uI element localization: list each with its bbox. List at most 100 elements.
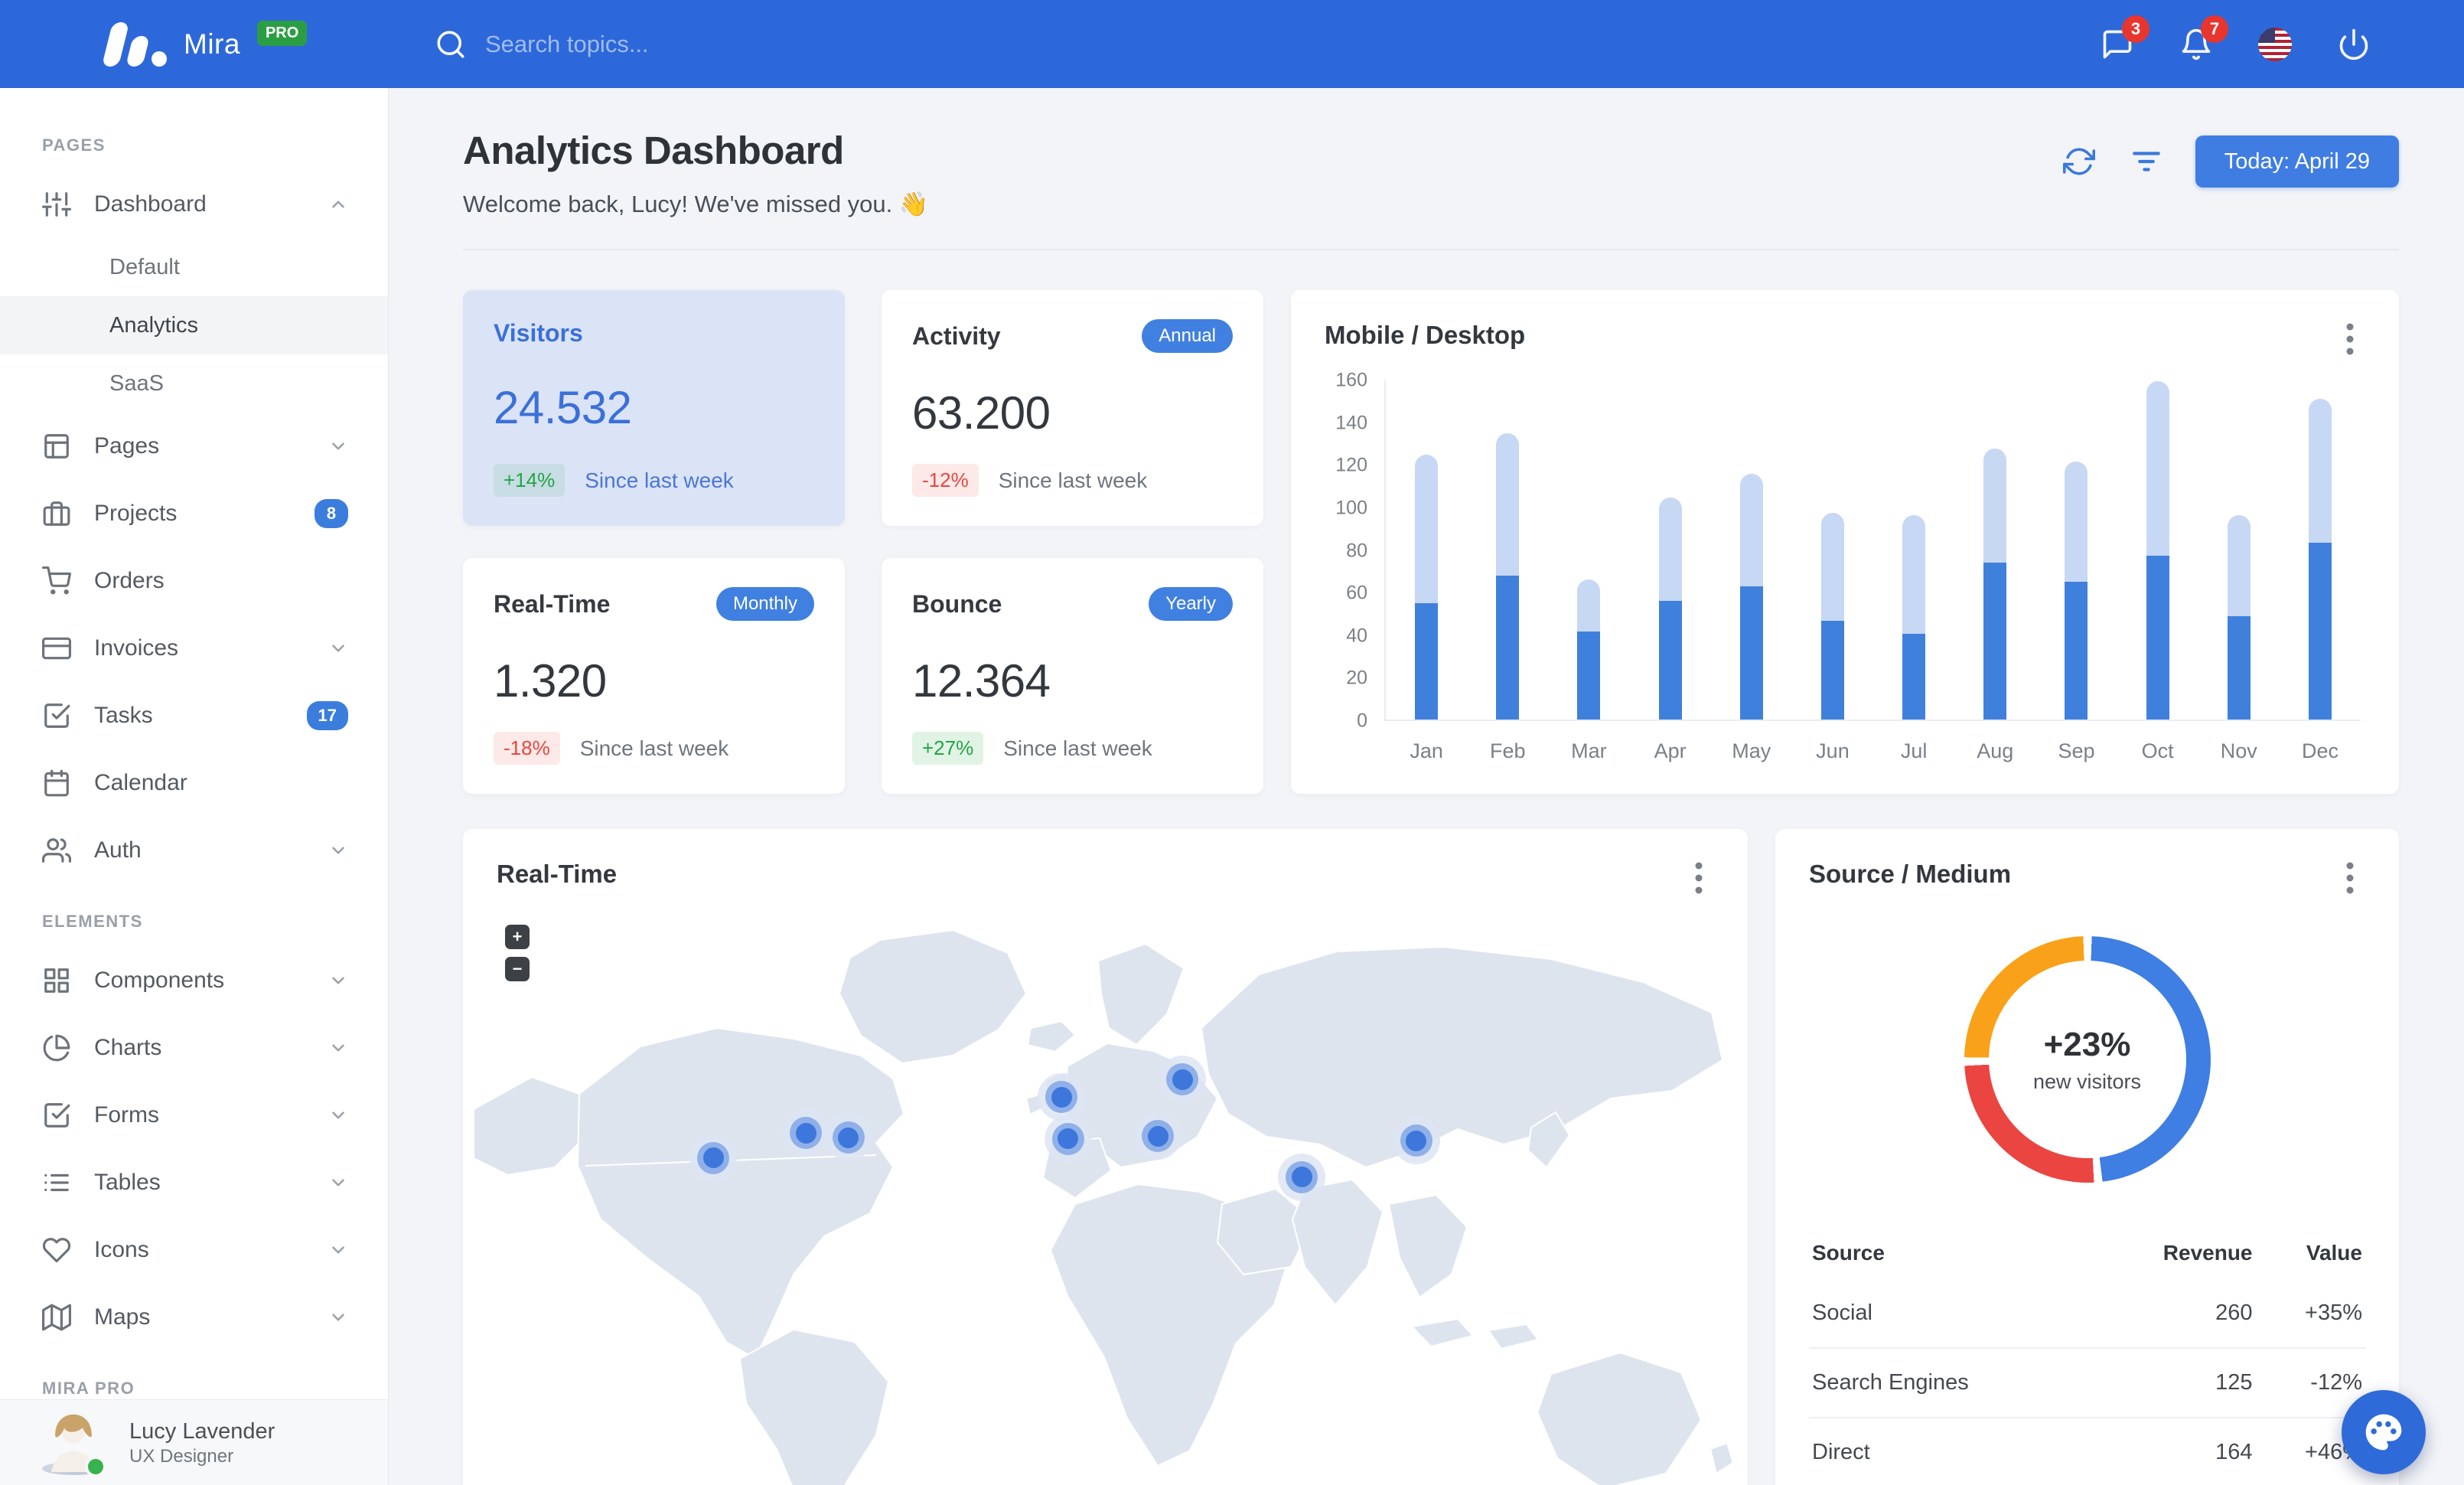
bar-nov[interactable]: [2198, 514, 2280, 720]
map-zoom-out-button[interactable]: −: [505, 957, 530, 981]
y-tick-label: 160: [1335, 369, 1367, 391]
x-tick-label: Jan: [1410, 739, 1443, 762]
sidebar-item-label: Invoices: [94, 635, 179, 661]
users-icon: [42, 838, 71, 863]
kebab-icon: [2346, 862, 2354, 894]
notifications-button[interactable]: 7: [2178, 15, 2228, 63]
donut-center-value: +23%: [2043, 1025, 2131, 1063]
sidebar-item-orders[interactable]: Orders: [0, 547, 388, 615]
stat-note: Since last week: [998, 468, 1148, 492]
source-medium-title: Source / Medium: [1809, 860, 2012, 888]
palette-icon: [2365, 1414, 2402, 1451]
brand[interactable]: Mira PRO: [0, 21, 389, 67]
stat-delta-chip: -12%: [912, 464, 979, 497]
map-marker-9[interactable]: [1392, 1117, 1440, 1165]
map-marker-7[interactable]: [1134, 1112, 1182, 1160]
stat-period-badge[interactable]: Yearly: [1149, 587, 1233, 621]
bar-segment-mobile: [1658, 601, 1682, 720]
sidebar-item-dashboard[interactable]: Dashboard: [0, 171, 388, 238]
filter-button[interactable]: [2128, 143, 2165, 180]
map-marker-6[interactable]: [1159, 1056, 1207, 1104]
sidebar-item-pages[interactable]: Pages: [0, 413, 388, 480]
sidebar-user[interactable]: Lucy Lavender UX Designer: [0, 1399, 388, 1485]
messages-button[interactable]: 3: [2099, 15, 2149, 63]
chevron-down-icon: [328, 638, 348, 658]
bar-mar[interactable]: [1548, 579, 1629, 720]
source-medium-card: Source / Medium +23% new visitors Source…: [1775, 829, 2399, 1485]
main-content: Analytics Dashboard Welcome back, Lucy! …: [389, 88, 2464, 1485]
bar-segment-desktop: [1577, 579, 1601, 632]
map-marker-2[interactable]: [782, 1109, 830, 1157]
map-title: Real-Time: [497, 860, 618, 888]
stat-card-bounce: Bounce Yearly 12.364 +27% Since last wee…: [882, 558, 1263, 794]
bar-feb[interactable]: [1467, 432, 1548, 720]
bar-apr[interactable]: [1630, 498, 1711, 720]
marker-core: [838, 1127, 859, 1148]
donut-center-caption: new visitors: [2032, 1069, 2142, 1093]
date-range-button[interactable]: Today: April 29: [2195, 135, 2399, 188]
map-marker-8[interactable]: [1278, 1153, 1326, 1201]
sidebar-item-label: Maps: [94, 1304, 151, 1330]
bar-segment-mobile: [2146, 556, 2169, 720]
bar-segment-desktop: [1739, 474, 1763, 586]
table-row: Search Engines 125 -12%: [1809, 1348, 2365, 1418]
map-zoom-in-button[interactable]: +: [505, 925, 530, 949]
bar-oct[interactable]: [2117, 381, 2198, 720]
sidebar-section-label: PAGES: [42, 135, 106, 155]
sidebar-subitem-default[interactable]: Default: [0, 238, 388, 296]
sidebar-item-tasks[interactable]: Tasks 17: [0, 682, 388, 749]
sidebar-item-tables[interactable]: Tables: [0, 1149, 388, 1216]
chevron-down-icon: [328, 1105, 348, 1125]
cell-value: +35%: [2305, 1301, 2362, 1325]
stat-value: 63.200: [912, 387, 1051, 439]
bar-jul[interactable]: [1873, 514, 1954, 720]
sidebar-subitem-analytics[interactable]: Analytics: [0, 296, 388, 354]
bar-jun[interactable]: [1792, 513, 1873, 720]
bar-may[interactable]: [1711, 474, 1792, 720]
sidebar-item-calendar[interactable]: Calendar: [0, 749, 388, 817]
language-button[interactable]: [2257, 26, 2293, 63]
chart-menu-button[interactable]: [2335, 321, 2365, 357]
refresh-button[interactable]: [2061, 143, 2097, 180]
sidebar-item-auth[interactable]: Auth: [0, 817, 388, 884]
map-marker-3[interactable]: [824, 1114, 872, 1162]
bar-segment-mobile: [2065, 582, 2088, 720]
map-marker-5[interactable]: [1044, 1115, 1092, 1163]
marker-core: [702, 1147, 724, 1169]
bar-jan[interactable]: [1386, 455, 1467, 720]
map-marker-1[interactable]: [689, 1134, 738, 1182]
x-tick-label: Mar: [1571, 739, 1607, 762]
bar-aug[interactable]: [1954, 448, 2035, 720]
x-tick-label: Oct: [2141, 739, 2174, 762]
bar-dec[interactable]: [2280, 398, 2361, 720]
sidebar-item-label: Orders: [94, 568, 165, 593]
check-square-icon: [44, 1103, 70, 1128]
sidebar-item-charts[interactable]: Charts: [0, 1014, 388, 1082]
sidebar-item-maps[interactable]: Maps: [0, 1284, 388, 1351]
stat-period-badge[interactable]: Annual: [1142, 319, 1233, 353]
marker-ring: [1286, 1160, 1318, 1193]
sign-out-button[interactable]: [2335, 26, 2372, 63]
sidebar-item-components[interactable]: Components: [0, 947, 388, 1014]
bar-sep[interactable]: [2035, 461, 2117, 720]
sidebar-item-label: Charts: [94, 1035, 162, 1060]
map-marker-4[interactable]: [1038, 1073, 1086, 1121]
sidebar-item-projects[interactable]: Projects 8: [0, 480, 388, 547]
chevron-down-icon: [328, 1240, 348, 1260]
user-role: UX Designer: [129, 1446, 234, 1467]
sidebar-item-invoices[interactable]: Invoices: [0, 615, 388, 682]
sidebar-item-forms[interactable]: Forms: [0, 1082, 388, 1149]
bar-segment-mobile: [2308, 543, 2332, 720]
x-tick-label: Feb: [1489, 739, 1526, 762]
stat-period-badge[interactable]: Monthly: [715, 587, 814, 621]
sidebar-item-icons[interactable]: Icons: [0, 1216, 388, 1284]
stat-title: Bounce: [912, 589, 1002, 618]
search-input[interactable]: [485, 30, 814, 58]
bar-segment-mobile: [1577, 631, 1601, 720]
theme-settings-button[interactable]: [2342, 1390, 2426, 1474]
source-medium-menu-button[interactable]: [2335, 860, 2365, 896]
map-menu-button[interactable]: [1683, 860, 1714, 896]
stat-card-real-time: Real-Time Monthly 1.320 -18% Since last …: [463, 558, 845, 794]
world-map: [463, 913, 1748, 1485]
sidebar-subitem-saas[interactable]: SaaS: [0, 354, 388, 413]
